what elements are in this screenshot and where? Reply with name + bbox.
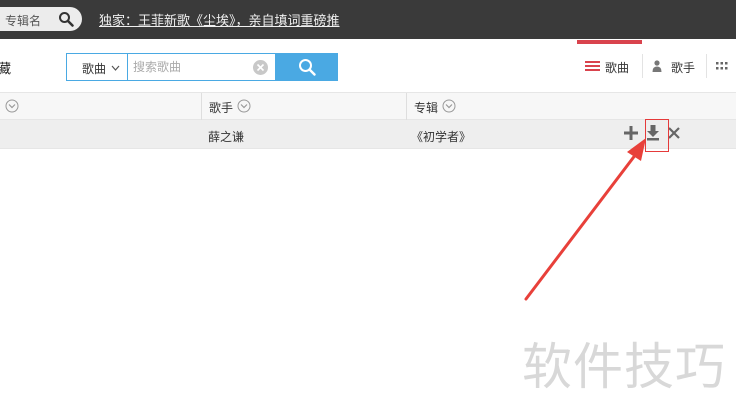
search-type-label: 歌曲 (82, 62, 107, 76)
sort-chevron-icon[interactable] (442, 99, 456, 113)
column-divider (406, 93, 407, 120)
news-link[interactable]: 独家：王菲新歌《尘埃》，亲自填词重磅推 (99, 10, 340, 29)
column-header-singer-label: 歌手 (209, 101, 234, 115)
list-icon (585, 61, 600, 71)
top-search-box[interactable]: 专辑名 (0, 7, 82, 31)
watermark-text: 软件技巧 (522, 338, 726, 396)
album-cell[interactable]: 《初学者》 (411, 128, 471, 145)
person-icon (652, 60, 662, 72)
active-tab-indicator (577, 40, 642, 44)
top-bar: 专辑名 独家：王菲新歌《尘埃》，亲自填词重磅推 (0, 0, 736, 39)
table-header: 歌手 专辑 (0, 92, 736, 120)
add-icon[interactable] (624, 126, 638, 140)
search-button[interactable] (276, 53, 338, 81)
search-group: 歌曲 (66, 53, 338, 81)
search-button-icon (299, 59, 316, 76)
sort-chevron-icon[interactable] (237, 99, 251, 113)
column-header-album-label: 专辑 (414, 101, 439, 115)
top-search-text: 专辑名 (5, 14, 42, 28)
clear-icon[interactable] (253, 60, 268, 75)
table-row[interactable]: 薛之谦 《初学者》 (0, 120, 736, 149)
divider (706, 54, 707, 78)
search-icon[interactable] (58, 11, 74, 27)
tab-singers-label: 歌手 (671, 61, 696, 75)
divider (642, 54, 643, 78)
grid-icon[interactable] (716, 62, 728, 70)
sort-chevron-icon[interactable] (5, 99, 19, 113)
tab-songs-label: 歌曲 (605, 61, 630, 75)
singer-cell[interactable]: 薛之谦 (208, 128, 244, 145)
column-divider (201, 93, 202, 120)
chevron-down-icon (111, 65, 120, 71)
remove-icon[interactable] (668, 127, 680, 139)
search-type-select[interactable]: 歌曲 (66, 53, 127, 81)
section-label-partial: 藏 (0, 61, 12, 76)
annotation-highlight-box (645, 119, 669, 152)
